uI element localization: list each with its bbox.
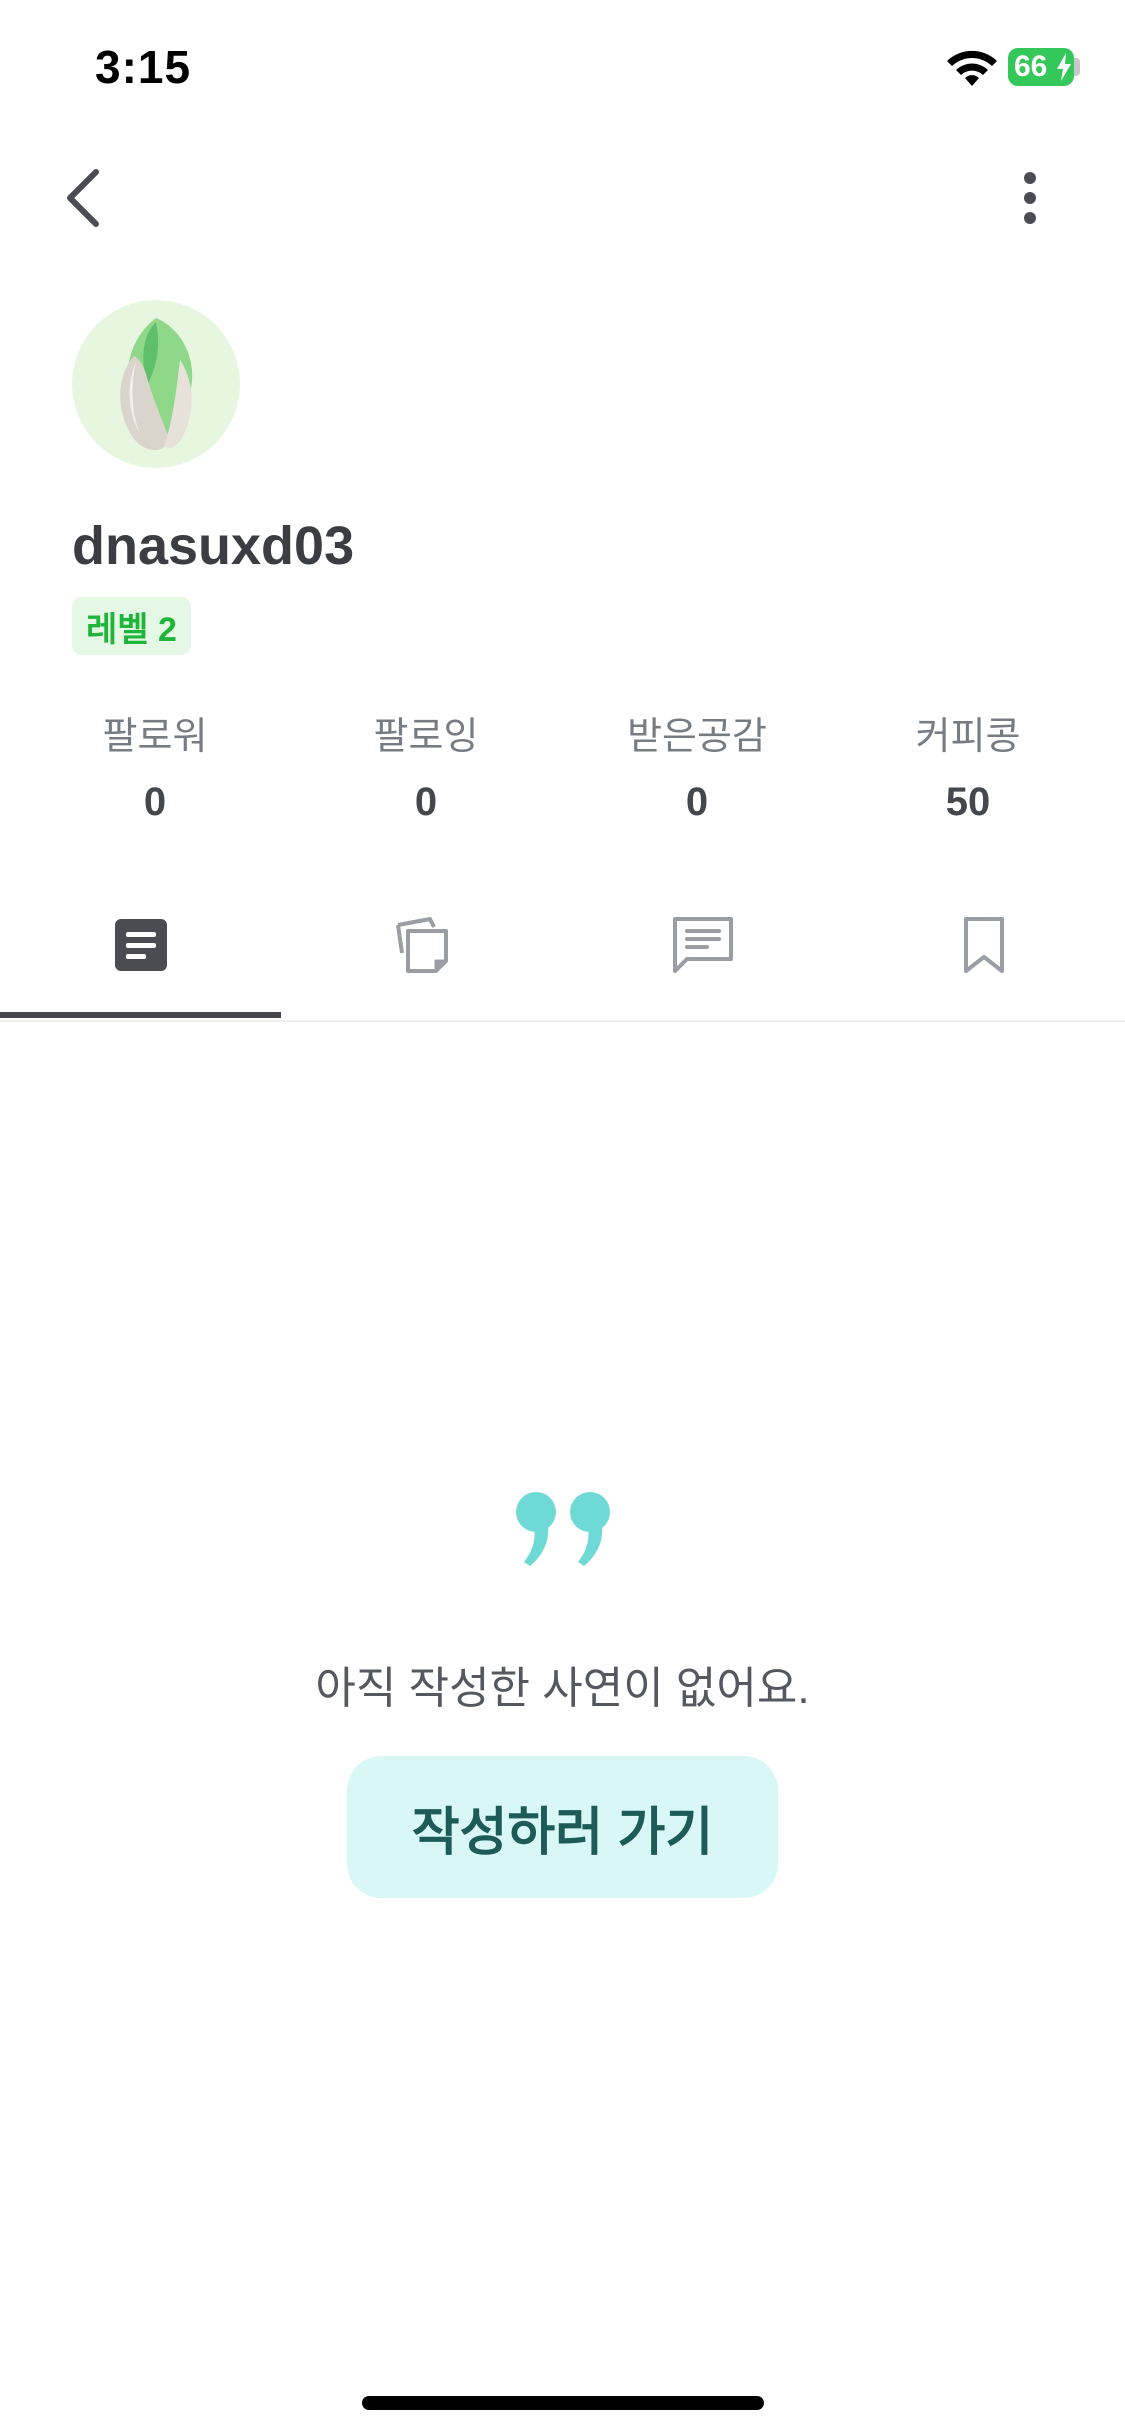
stat-received-likes[interactable]: 받은공감 0	[597, 705, 797, 825]
status-time: 3:15	[95, 41, 192, 93]
tab-collections[interactable]	[281, 870, 562, 1020]
wifi-icon	[947, 50, 997, 86]
stat-value: 50	[945, 780, 991, 824]
tab-posts[interactable]	[0, 870, 281, 1020]
tab-bookmarks[interactable]	[843, 870, 1124, 1020]
document-icon	[114, 919, 167, 971]
stat-following[interactable]: 팔로잉 0	[326, 705, 526, 825]
stat-value: 0	[143, 780, 167, 824]
stat-value: 0	[685, 780, 709, 824]
stat-label: 받은공감	[627, 716, 767, 758]
active-tab-indicator	[0, 1012, 281, 1018]
stat-label: 팔로워	[102, 716, 208, 758]
pistachio-avatar-icon	[120, 318, 193, 451]
back-button[interactable]	[58, 166, 110, 230]
avatar[interactable]	[72, 300, 240, 468]
quote-icon	[516, 1492, 610, 1566]
write-post-button[interactable]: 작성하러 가기	[347, 1756, 778, 1898]
battery-percent: 66	[1014, 50, 1048, 83]
profile-screen: 3:15 66 dnasuxd03 레벨 2 팔로워 0 팔로잉 0 받은공감 …	[0, 0, 1125, 2436]
stat-value: 0	[414, 780, 438, 824]
more-options-button[interactable]	[1010, 166, 1050, 230]
stat-coffee-beans[interactable]: 커피콩 50	[868, 705, 1068, 825]
stat-label: 커피콩	[915, 716, 1021, 758]
comment-icon	[672, 917, 733, 973]
stat-followers[interactable]: 팔로워 0	[55, 705, 255, 825]
username: dnasuxd03	[72, 516, 355, 576]
charging-bolt-icon	[1057, 53, 1071, 81]
profile-tabbar	[0, 870, 1125, 1022]
home-indicator	[362, 2396, 764, 2410]
bookmark-icon	[963, 917, 1004, 973]
level-badge: 레벨 2	[72, 597, 191, 655]
battery-cap	[1074, 58, 1080, 76]
stat-label: 팔로잉	[373, 716, 479, 758]
copy-pages-icon	[395, 917, 448, 973]
empty-state-message: 아직 작성한 사연이 없어요.	[315, 1664, 810, 1713]
tab-comments[interactable]	[562, 870, 843, 1020]
